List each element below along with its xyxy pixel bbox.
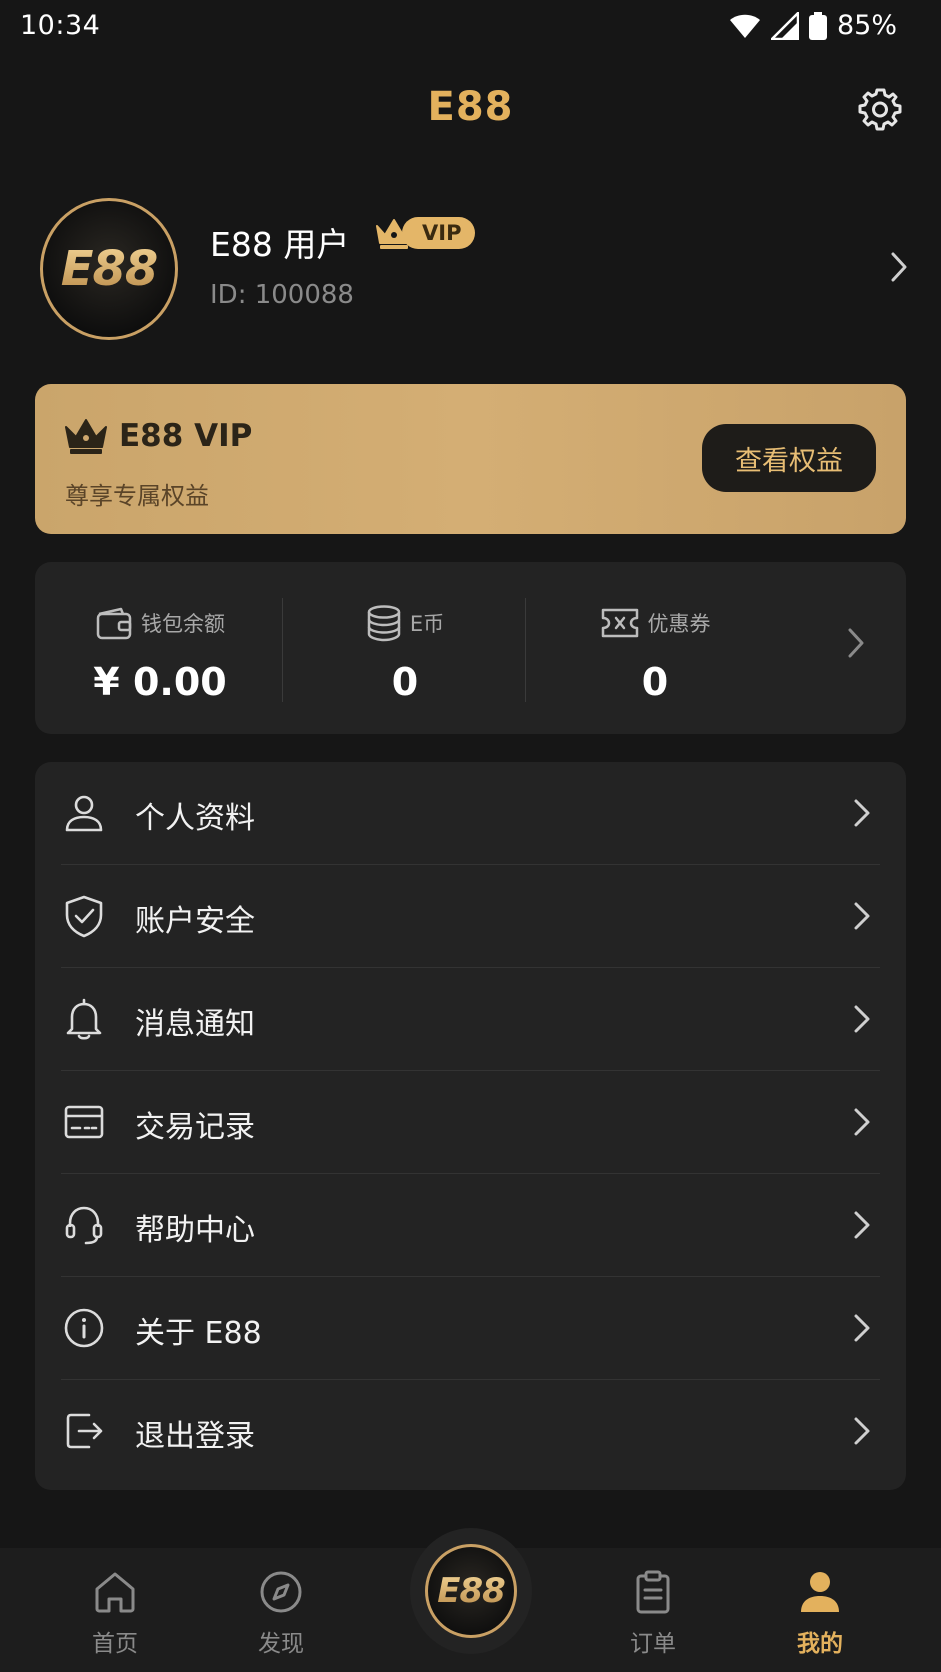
tab-label: 订单	[630, 1631, 676, 1657]
wallet-icon	[96, 607, 132, 640]
chevron-right-icon	[854, 1211, 870, 1239]
user-icon	[61, 790, 107, 836]
avatar: E88	[40, 198, 178, 340]
menu-item-label: 关于 E88	[135, 1316, 262, 1351]
menu-item-notifications[interactable]: 消息通知	[35, 968, 906, 1071]
home-icon	[95, 1572, 135, 1613]
gear-icon	[858, 88, 902, 131]
chevron-right-icon	[854, 902, 870, 930]
vip-card: E88 VIP 尊享专属权益 查看权益	[35, 384, 906, 534]
menu-item-logout[interactable]: 退出登录	[35, 1380, 906, 1483]
logout-icon	[61, 1408, 107, 1454]
center-logo-text: E88	[437, 1571, 506, 1611]
chevron-right-icon	[891, 252, 907, 282]
menu-item-label: 个人资料	[135, 801, 255, 836]
tab-center-logo[interactable]: E88	[410, 1528, 532, 1654]
tab-orders[interactable]: 订单	[593, 1548, 713, 1672]
stat-coins-value: 0	[391, 660, 419, 704]
wifi-icon	[729, 14, 760, 38]
menu-item-transactions[interactable]: 交易记录	[35, 1071, 906, 1174]
profile-card[interactable]: E88 E88 用户 VIP ID: 100088	[40, 198, 910, 340]
stat-coupons-label: 优惠券	[647, 612, 711, 636]
chevron-right-icon	[854, 1005, 870, 1033]
bell-icon	[61, 996, 107, 1042]
stat-coins-head: E币	[366, 604, 444, 642]
status-icons: 85%	[729, 10, 897, 41]
compass-icon	[260, 1571, 302, 1613]
headset-icon	[61, 1202, 107, 1248]
coins-icon	[367, 605, 401, 642]
chevron-right-icon	[854, 1108, 870, 1136]
stat-divider	[525, 598, 526, 702]
stat-coupons[interactable]: 优惠券 0	[580, 562, 730, 734]
profile-name: E88 用户	[210, 225, 350, 264]
tab-discover[interactable]: 发现	[221, 1548, 341, 1672]
stat-wallet-value: ¥ 0.00	[93, 660, 227, 704]
info-icon	[61, 1305, 107, 1351]
menu-item-about[interactable]: 关于 E88	[35, 1277, 906, 1380]
menu-item-security[interactable]: 账户安全	[35, 865, 906, 968]
tab-mine[interactable]: 我的	[760, 1548, 880, 1672]
stat-coupons-value: 0	[641, 660, 669, 704]
menu-item-label: 帮助中心	[135, 1213, 255, 1248]
clipboard-icon	[636, 1570, 670, 1614]
menu-item-help[interactable]: 帮助中心	[35, 1174, 906, 1277]
stat-coins[interactable]: E币 0	[335, 562, 475, 734]
menu-item-label: 消息通知	[135, 1007, 255, 1042]
battery-percent: 85%	[836, 10, 897, 41]
stat-coupons-head: 优惠券	[600, 604, 711, 642]
vip-badge: VIP	[374, 216, 476, 250]
card-icon	[61, 1099, 107, 1145]
vip-card-subtitle: 尊享专属权益	[65, 482, 209, 510]
center-logo: E88	[425, 1544, 517, 1638]
crown-icon	[376, 219, 412, 249]
stat-coins-label: E币	[409, 612, 445, 636]
vip-card-title: E88 VIP	[119, 418, 253, 454]
user-icon	[801, 1572, 839, 1612]
menu-item-label: 账户安全	[135, 904, 255, 939]
signal-icon	[770, 11, 799, 40]
menu-item-label: 退出登录	[135, 1419, 255, 1454]
crown-icon	[65, 419, 107, 454]
page-title: E88	[427, 84, 514, 130]
stats-panel[interactable]: 钱包余额 ¥ 0.00 E币 0 优惠券 0	[35, 562, 906, 734]
menu-item-profile[interactable]: 个人资料	[35, 762, 906, 865]
settings-menu: 个人资料 账户安全 消息通知 交易记录 帮助中心 关于 E88 退出登录	[35, 762, 906, 1490]
tab-label: 首页	[92, 1631, 138, 1657]
avatar-logo: E88	[60, 241, 159, 297]
status-bar: 10:34 85%	[0, 0, 941, 54]
ticket-icon	[601, 608, 638, 638]
chevron-right-icon	[854, 1314, 870, 1342]
view-benefits-button[interactable]: 查看权益	[702, 424, 876, 492]
chevron-right-icon	[854, 799, 870, 827]
chevron-right-icon	[848, 628, 864, 658]
stat-divider	[282, 598, 283, 702]
profile-id: ID: 100088	[210, 280, 354, 310]
settings-button[interactable]	[857, 86, 903, 132]
stat-wallet-label: 钱包余额	[141, 612, 225, 636]
tab-label: 我的	[797, 1631, 843, 1657]
battery-icon	[808, 11, 827, 40]
status-time: 10:34	[20, 10, 101, 41]
stat-wallet-head: 钱包余额	[95, 604, 225, 642]
tab-home[interactable]: 首页	[55, 1548, 175, 1672]
stat-wallet[interactable]: 钱包余额 ¥ 0.00	[75, 562, 245, 734]
menu-item-label: 交易记录	[135, 1110, 255, 1145]
tab-label: 发现	[258, 1631, 304, 1657]
screen: 10:34 85% E88 E88 E88 用户 VIP ID: 100088 …	[0, 0, 941, 1672]
shield-check-icon	[61, 893, 107, 939]
chevron-right-icon	[854, 1417, 870, 1445]
